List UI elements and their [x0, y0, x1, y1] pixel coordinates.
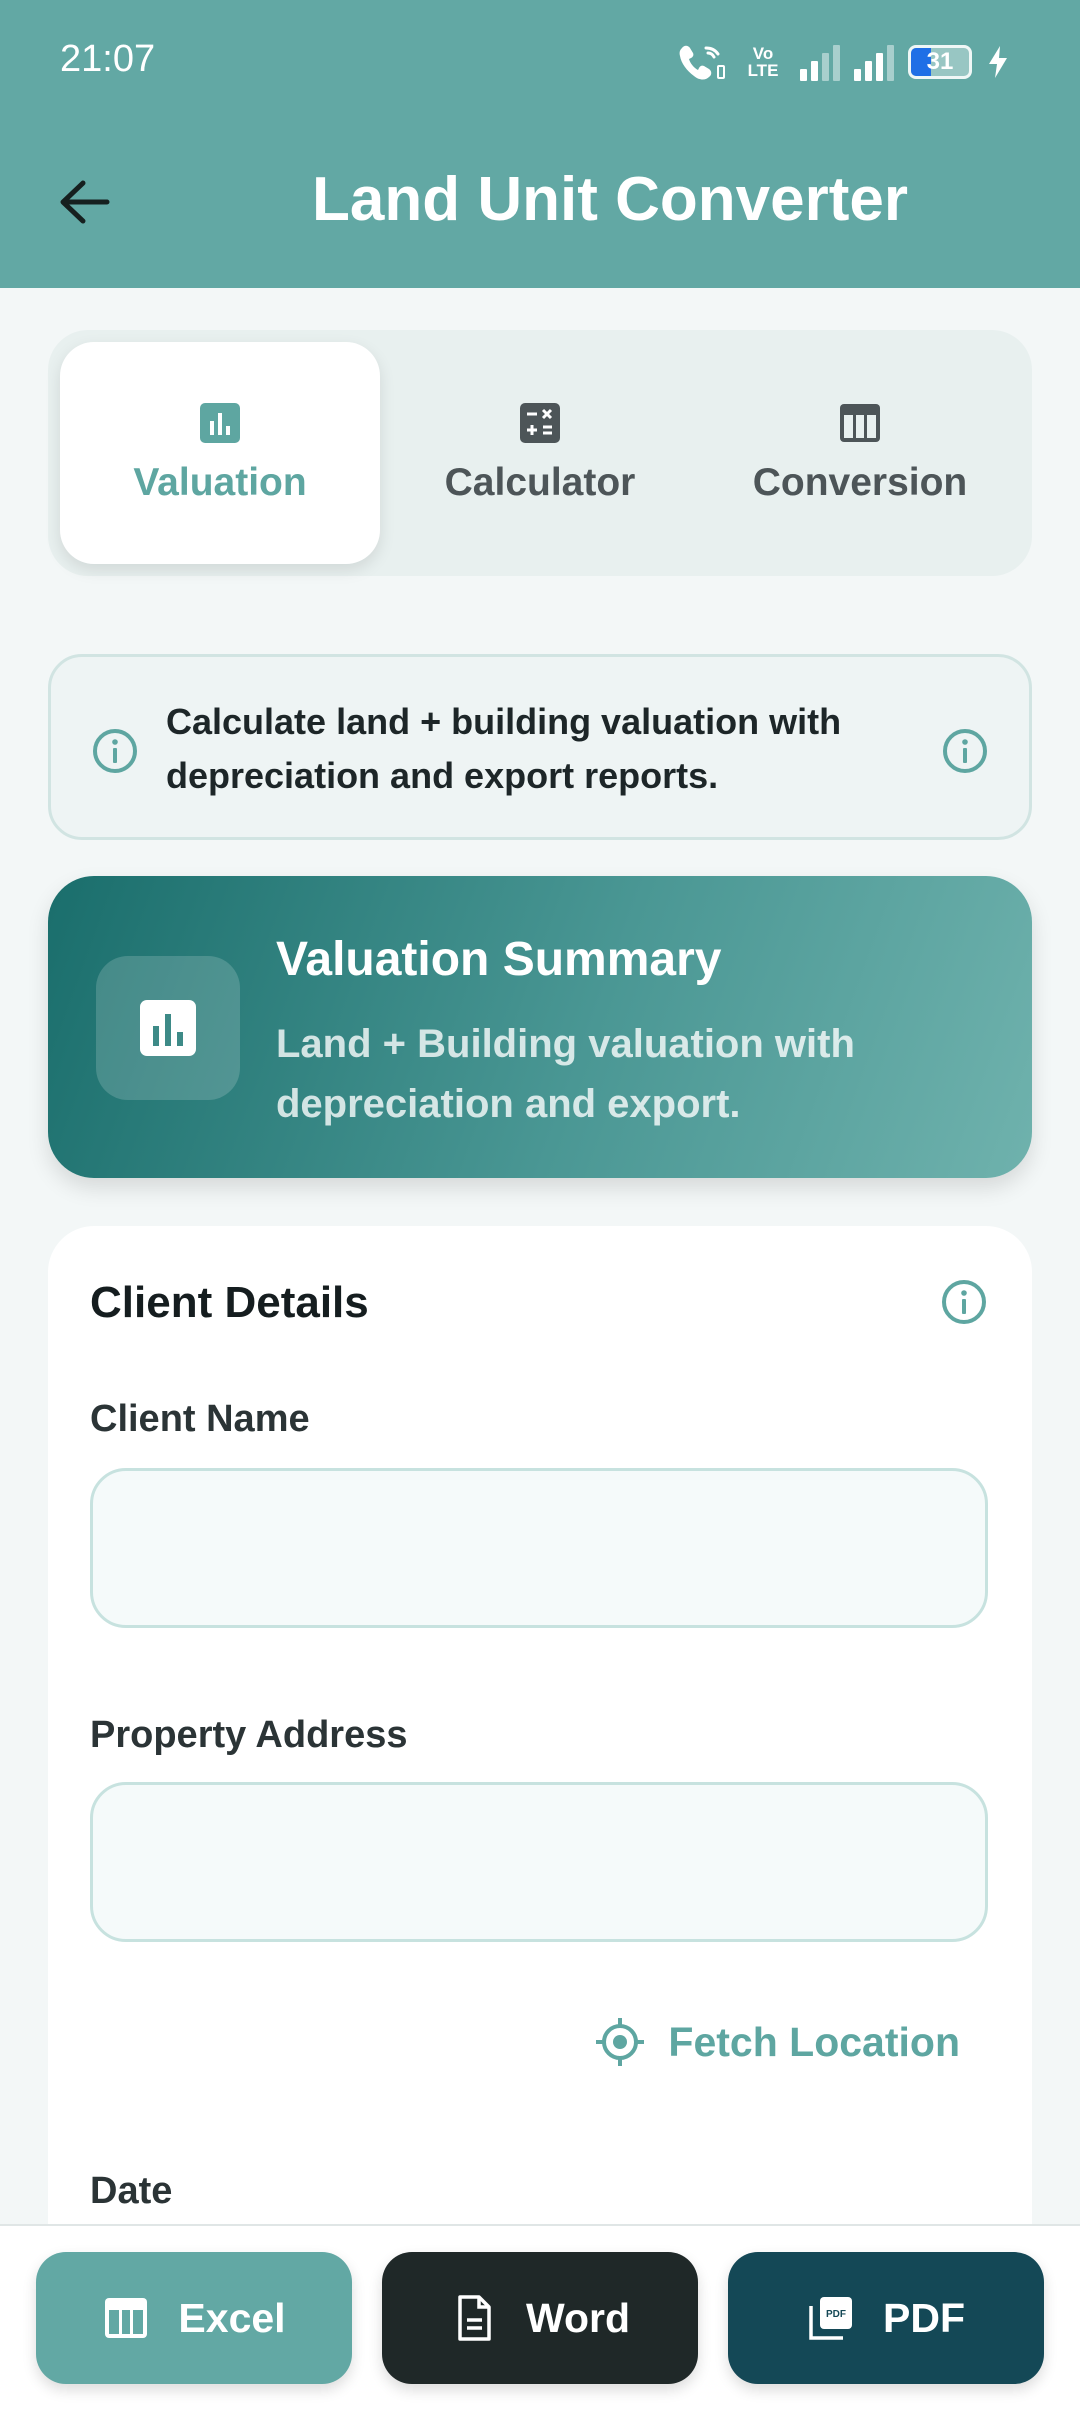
- battery-icon: 31: [908, 45, 972, 79]
- client-details-title: Client Details: [90, 1278, 369, 1327]
- date-label: Date: [90, 2170, 173, 2212]
- tab-calculator[interactable]: Calculator: [380, 342, 700, 564]
- export-excel-label: Excel: [178, 2294, 286, 2341]
- info-help-icon[interactable]: [941, 727, 989, 775]
- status-bar: 21:07 Vo LTE 31: [0, 0, 1080, 124]
- page-title: Land Unit Converter: [312, 165, 908, 234]
- tab-bar: Valuation Calculator Conversion: [48, 330, 1032, 576]
- tab-calculator-label: Calculator: [444, 461, 636, 504]
- bar-chart-icon: [200, 403, 240, 443]
- valuation-summary-card: Valuation Summary Land + Building valuat…: [48, 876, 1032, 1178]
- table-icon: [105, 2298, 148, 2338]
- fetch-location-button[interactable]: Fetch Location: [594, 2010, 960, 2074]
- property-address-input[interactable]: [90, 1782, 988, 1942]
- tab-valuation-label: Valuation: [133, 461, 307, 504]
- export-excel-button[interactable]: Excel: [36, 2252, 352, 2384]
- export-pdf-label: PDF: [883, 2294, 965, 2341]
- charging-icon: [989, 46, 1007, 78]
- summary-title: Valuation Summary: [276, 933, 722, 986]
- status-time: 21:07: [60, 38, 156, 80]
- app-bar: 21:07 Vo LTE 31 Land Unit Converter: [0, 0, 1080, 288]
- svg-text:PDF: PDF: [826, 2309, 846, 2320]
- info-banner: Calculate land + building valuation with…: [48, 654, 1032, 840]
- table-icon: [840, 404, 880, 442]
- calculator-icon: [520, 403, 560, 443]
- client-name-input[interactable]: [90, 1468, 988, 1628]
- volte-top-text: Vo: [752, 44, 774, 63]
- summary-icon-box: [96, 956, 240, 1100]
- export-bar: Excel Word PDF PDF: [0, 2224, 1080, 2412]
- summary-subtitle: Land + Building valuation with depreciat…: [276, 1022, 855, 1126]
- export-pdf-button[interactable]: PDF PDF: [728, 2252, 1044, 2384]
- pdf-icon: PDF: [809, 2297, 852, 2340]
- export-word-button[interactable]: Word: [382, 2252, 698, 2384]
- wifi-calling-icon: [679, 45, 725, 80]
- info-banner-text: Calculate land + building valuation with…: [166, 701, 842, 796]
- property-address-label: Property Address: [90, 1714, 408, 1756]
- location-target-icon: [596, 2018, 645, 2066]
- document-icon: [458, 2295, 491, 2341]
- tab-valuation[interactable]: Valuation: [60, 342, 380, 564]
- info-icon[interactable]: [940, 1278, 988, 1326]
- export-word-label: Word: [525, 2294, 630, 2341]
- signal-1-icon: [800, 43, 840, 81]
- volte-indicator: Vo LTE: [740, 45, 786, 79]
- volte-bottom-text: LTE: [747, 61, 779, 80]
- bar-chart-icon: [140, 1000, 196, 1056]
- fetch-location-label: Fetch Location: [668, 2018, 960, 2065]
- info-icon: [93, 729, 137, 773]
- battery-level: 31: [926, 48, 954, 75]
- signal-2-icon: [854, 43, 894, 81]
- tab-conversion[interactable]: Conversion: [700, 342, 1020, 564]
- status-icons: Vo LTE 31: [676, 40, 1010, 84]
- client-name-label: Client Name: [90, 1398, 310, 1440]
- tab-conversion-label: Conversion: [752, 461, 968, 504]
